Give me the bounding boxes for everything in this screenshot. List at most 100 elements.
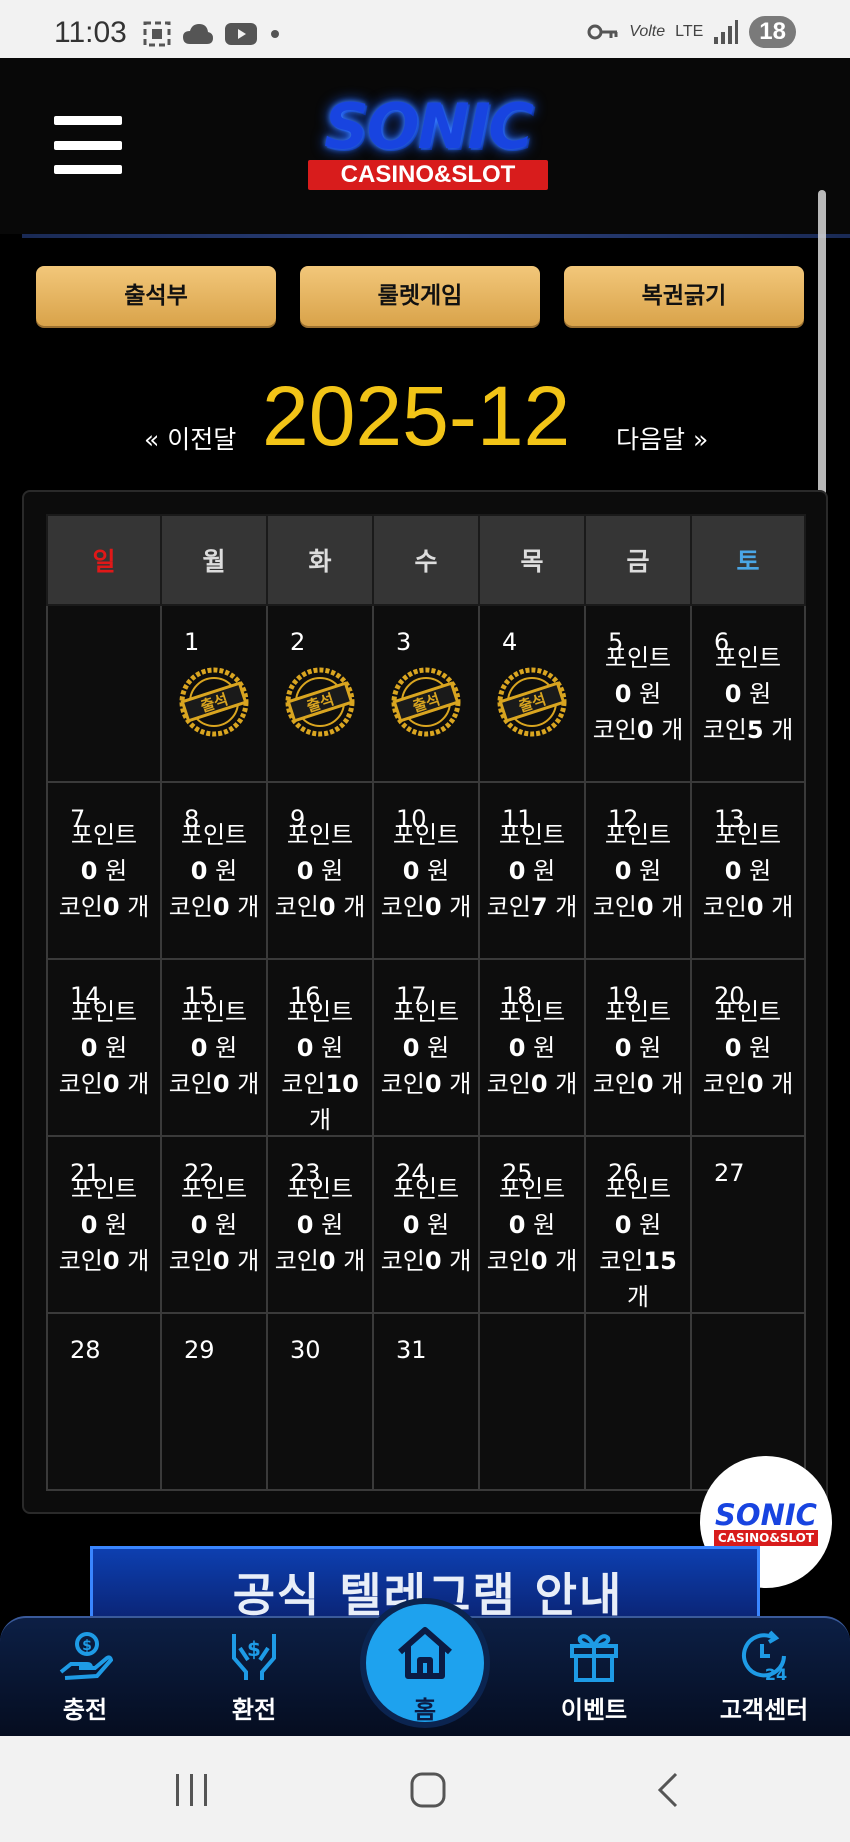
coin-amount: 코인0 개	[480, 1066, 584, 1102]
lte-label: LTE	[675, 23, 704, 40]
day-number: 4	[502, 628, 518, 656]
home-button-icon[interactable]	[408, 1770, 448, 1810]
nav-event[interactable]: 이벤트	[534, 1628, 654, 1725]
calendar-day-cell[interactable]: 4 출석	[478, 604, 586, 783]
point-label: 포인트	[604, 821, 672, 849]
nav-home-label: 홈	[413, 1696, 437, 1724]
day-reward-info: 포인트 0 원 코인0 개	[162, 817, 266, 925]
calendar-day-cell[interactable]: 28	[46, 1312, 162, 1491]
coin-value: 0	[212, 1247, 230, 1275]
coin-value: 0	[102, 893, 120, 921]
prev-month-link[interactable]: « 이전달	[144, 420, 236, 456]
nav-withdraw[interactable]: $ 환전	[194, 1628, 314, 1725]
coin-unit: 개	[555, 893, 578, 921]
day-reward-info: 포인트 0 원 코인0 개	[586, 640, 690, 748]
coin-amount: 코인0 개	[48, 889, 160, 925]
coin-value: 0	[102, 1247, 120, 1275]
lottery-button[interactable]: 복권긁기	[564, 266, 804, 326]
point-value: 0	[402, 1034, 420, 1062]
coin-label: 코인	[486, 1247, 531, 1275]
point-value: 0	[190, 857, 208, 885]
calendar-day-cell[interactable]: 29	[160, 1312, 268, 1491]
point-amount: 0 원	[268, 1030, 372, 1066]
roulette-button[interactable]: 룰렛게임	[300, 266, 540, 326]
menu-icon[interactable]	[54, 116, 122, 174]
calendar-day-cell[interactable]: 9 포인트 0 원 코인0 개	[266, 781, 374, 960]
calendar-day-cell[interactable]: 7 포인트 0 원 코인0 개	[46, 781, 162, 960]
svg-text:24: 24	[765, 1665, 787, 1684]
day-reward-info: 포인트 0 원 코인0 개	[374, 1171, 478, 1279]
coin-unit: 개	[449, 1070, 472, 1098]
logo-main-text: SONIC	[324, 90, 534, 163]
calendar-day-cell[interactable]: 30	[266, 1312, 374, 1491]
calendar-day-cell[interactable]: 22 포인트 0 원 코인0 개	[160, 1135, 268, 1314]
calendar-day-cell[interactable]: 13 포인트 0 원 코인0 개	[690, 781, 806, 960]
calendar-day-cell[interactable]: 21 포인트 0 원 코인0 개	[46, 1135, 162, 1314]
calendar-day-cell[interactable]: 2 출석	[266, 604, 374, 783]
day-number: 2	[290, 628, 306, 656]
next-month-link[interactable]: 다음달 »	[616, 420, 708, 456]
point-unit: 원	[533, 1034, 556, 1062]
point-label: 포인트	[180, 998, 248, 1026]
calendar-day-cell[interactable]: 16 포인트 0 원 코인10 개	[266, 958, 374, 1137]
recent-apps-icon[interactable]	[172, 1772, 212, 1808]
calendar-day-cell[interactable]: 31	[372, 1312, 480, 1491]
calendar-day-cell[interactable]: 1 출석	[160, 604, 268, 783]
calendar-day-cell[interactable]: 8 포인트 0 원 코인0 개	[160, 781, 268, 960]
android-nav-bar	[0, 1736, 850, 1842]
coin-label: 코인	[168, 1247, 213, 1275]
nav-deposit[interactable]: $ 충전	[25, 1628, 145, 1725]
point-value: 0	[402, 1211, 420, 1239]
point-unit: 원	[427, 1211, 450, 1239]
calendar-day-cell[interactable]: 24 포인트 0 원 코인0 개	[372, 1135, 480, 1314]
calendar-day-cell[interactable]: 10 포인트 0 원 코인0 개	[372, 781, 480, 960]
calendar-day-cell[interactable]: 15 포인트 0 원 코인0 개	[160, 958, 268, 1137]
calendar-day-cell[interactable]: 25 포인트 0 원 코인0 개	[478, 1135, 586, 1314]
calendar-day-cell[interactable]: 6 포인트 0 원 코인5 개	[690, 604, 806, 783]
point-value: 0	[296, 1211, 314, 1239]
day-reward-info: 포인트 0 원 코인0 개	[480, 994, 584, 1102]
calendar-day-cell	[584, 1312, 692, 1491]
calendar-day-cell[interactable]: 18 포인트 0 원 코인0 개	[478, 958, 586, 1137]
youtube-icon	[225, 23, 257, 45]
coin-label: 코인	[274, 893, 319, 921]
weekday-sun: 일	[46, 514, 162, 606]
calendar-day-cell[interactable]: 11 포인트 0 원 코인7 개	[478, 781, 586, 960]
calendar-day-cell[interactable]: 14 포인트 0 원 코인0 개	[46, 958, 162, 1137]
calendar-day-cell[interactable]: 19 포인트 0 원 코인0 개	[584, 958, 692, 1137]
point-value: 0	[724, 857, 742, 885]
weekday-sat: 토	[690, 514, 806, 606]
calendar-day-cell[interactable]: 20 포인트 0 원 코인0 개	[690, 958, 806, 1137]
day-reward-info: 포인트 0 원 코인0 개	[692, 817, 804, 925]
attendance-button[interactable]: 출석부	[36, 266, 276, 326]
point-value: 0	[508, 1211, 526, 1239]
nav-home[interactable]: 홈	[360, 1598, 490, 1728]
point-unit: 원	[105, 1034, 128, 1062]
point-label: 포인트	[604, 1175, 672, 1203]
day-number: 29	[184, 1336, 215, 1364]
calendar-day-cell[interactable]: 5 포인트 0 원 코인0 개	[584, 604, 692, 783]
home-icon	[398, 1627, 452, 1679]
coin-amount: 코인0 개	[374, 1066, 478, 1102]
calendar-day-cell[interactable]: 17 포인트 0 원 코인0 개	[372, 958, 480, 1137]
coin-label: 코인	[592, 893, 637, 921]
nav-support[interactable]: 24 고객센터	[704, 1628, 824, 1725]
coin-unit: 개	[555, 1247, 578, 1275]
calendar-day-cell[interactable]: 23 포인트 0 원 코인0 개	[266, 1135, 374, 1314]
point-unit: 원	[105, 1211, 128, 1239]
calendar-day-cell[interactable]: 3 출석	[372, 604, 480, 783]
point-label: 포인트	[180, 821, 248, 849]
site-logo[interactable]: SONIC CASINO&SLOT	[286, 94, 570, 194]
day-reward-info: 포인트 0 원 코인15 개	[586, 1171, 690, 1315]
point-value: 0	[724, 680, 742, 708]
day-number: 30	[290, 1336, 321, 1364]
coin-label: 코인	[592, 1070, 637, 1098]
calendar-day-cell[interactable]: 12 포인트 0 원 코인0 개	[584, 781, 692, 960]
back-icon[interactable]	[652, 1770, 682, 1810]
point-unit: 원	[749, 680, 772, 708]
coin-unit: 개	[661, 893, 684, 921]
point-unit: 원	[533, 1211, 556, 1239]
calendar-day-cell[interactable]: 27	[690, 1135, 806, 1314]
point-amount: 0 원	[374, 1030, 478, 1066]
calendar-day-cell[interactable]: 26 포인트 0 원 코인15 개	[584, 1135, 692, 1315]
